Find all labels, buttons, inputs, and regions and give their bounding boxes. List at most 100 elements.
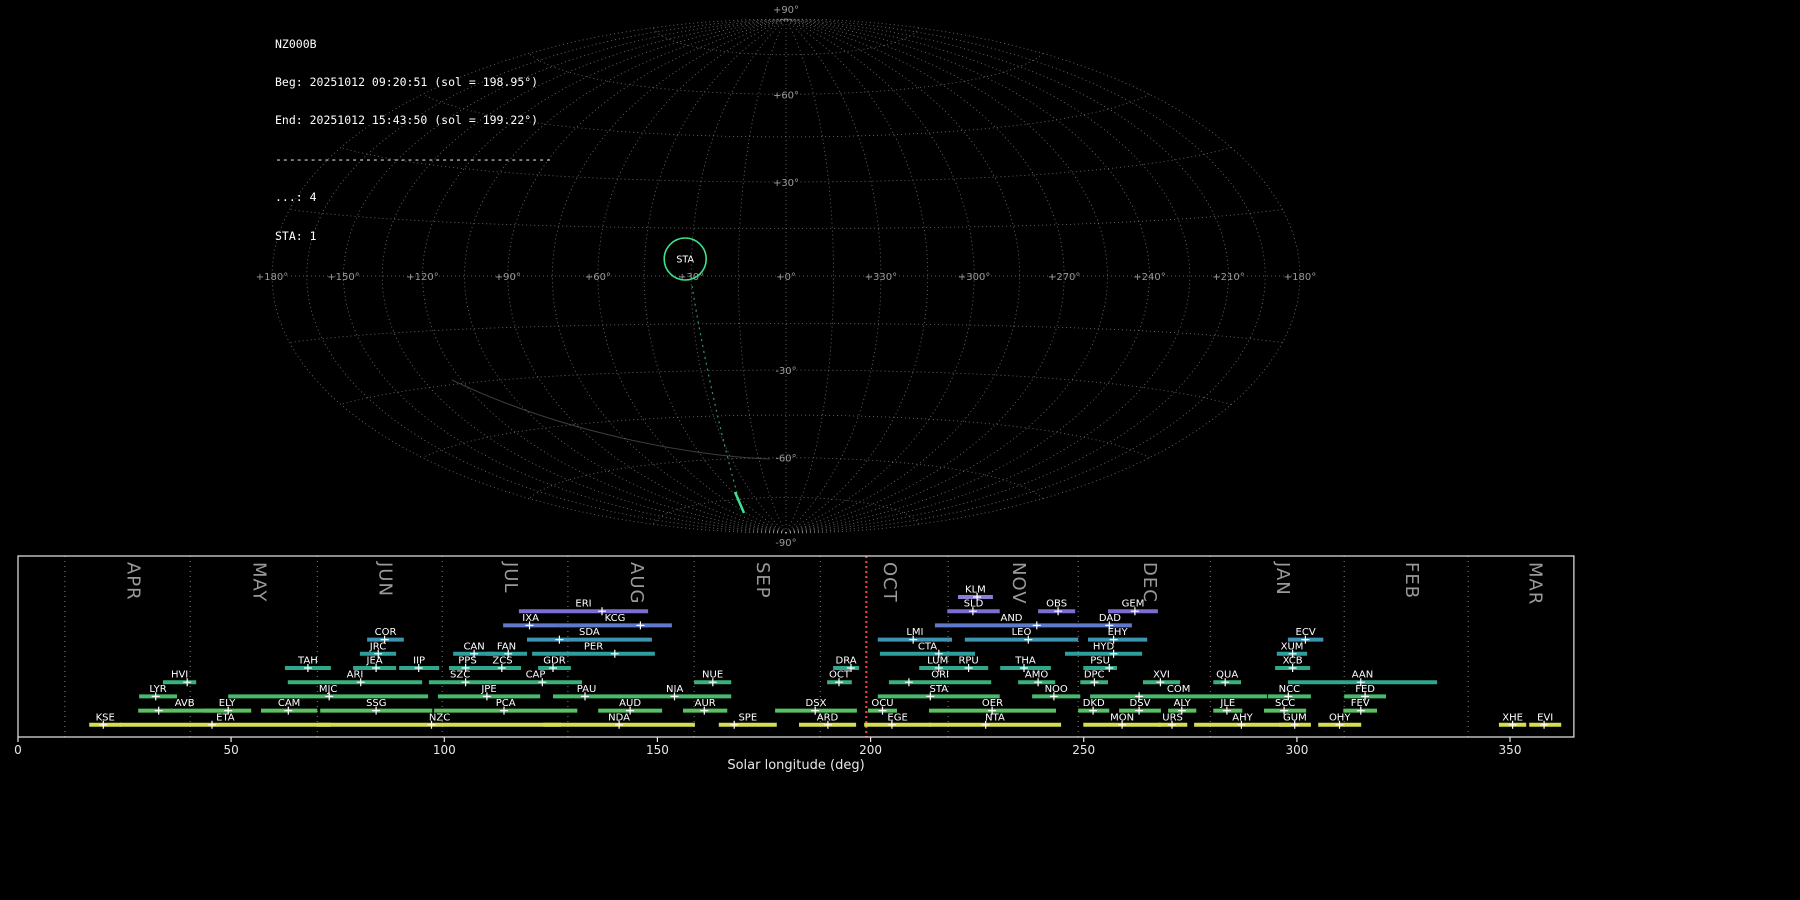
x-tick-label: 0 <box>14 743 22 757</box>
x-tick-label: 50 <box>223 743 238 757</box>
shower-label-cap: CAP <box>526 670 546 681</box>
shower-label-zcs: ZCS <box>492 656 512 667</box>
shower-label-aud: AUD <box>619 698 641 709</box>
x-tick-label: 100 <box>433 743 456 757</box>
shower-label-per: PER <box>584 641 603 652</box>
shower-label-nda: NDA <box>608 712 630 723</box>
shower-label-dad: DAD <box>1099 613 1121 624</box>
shower-label-dsv: DSV <box>1130 698 1151 709</box>
shower-label-rpu: RPU <box>958 656 978 667</box>
shower-label-mjc: MJC <box>319 684 338 695</box>
shower-label-ssg: SSG <box>366 698 386 709</box>
shower-label-oer: OER <box>982 698 1003 709</box>
map-lon-label: +150° <box>327 272 359 283</box>
shower-label-oct: OCT <box>829 670 851 681</box>
shower-label-ncc: NCC <box>1279 684 1300 695</box>
shower-label-nzc: NZC <box>429 712 450 723</box>
shower-label-xhe: XHE <box>1502 712 1523 723</box>
shower-label-lmi: LMI <box>906 627 923 638</box>
shower-label-dpc: DPC <box>1084 670 1105 681</box>
shower-label-hvi: HVI <box>171 670 188 681</box>
shower-label-ori: ORI <box>931 670 949 681</box>
month-label: FEB <box>1401 562 1422 599</box>
shower-label-pps: PPS <box>458 656 476 667</box>
graticule-parallel <box>653 28 919 55</box>
shower-label-tah: TAH <box>297 656 318 667</box>
map-lon-label: +60° <box>585 272 611 283</box>
shower-label-cam: CAM <box>278 698 300 709</box>
x-tick-label: 350 <box>1499 743 1522 757</box>
radiant-label-sta: STA <box>676 255 694 266</box>
shower-label-pau: PAU <box>577 684 597 695</box>
shower-label-sda: SDA <box>579 627 600 638</box>
map-lat-label: -90° <box>775 538 796 549</box>
shower-label-dsx: DSX <box>806 698 827 709</box>
shower-label-ohy: OHY <box>1329 712 1351 723</box>
shower-label-amo: AMO <box>1025 670 1048 681</box>
shower-label-kcg: KCG <box>605 613 626 624</box>
shower-label-nia: NIA <box>666 684 683 695</box>
shower-label-jrc: JRC <box>369 641 386 652</box>
observation-info-block: NZ000B Beg: 20251012 09:20:51 (sol = 198… <box>275 12 552 268</box>
shower-label-ely: ELY <box>219 698 237 709</box>
month-label: JUN <box>375 561 396 597</box>
peak-marker-ori <box>905 678 913 686</box>
map-lon-label: +270° <box>1048 272 1080 283</box>
map-lon-label: +90° <box>495 272 521 283</box>
graticule-meridian <box>786 19 1265 533</box>
shower-label-eri: ERI <box>575 599 591 610</box>
month-label: DEC <box>1139 562 1160 603</box>
shower-label-qua: QUA <box>1216 670 1238 681</box>
peak-marker-sda <box>555 636 563 644</box>
screenshot-root: +180°+150°+120°+90°+60°+30°+0°+330°+300°… <box>0 0 1800 900</box>
month-label: JAN <box>1272 561 1293 596</box>
shower-label-cta: CTA <box>918 641 937 652</box>
shower-label-aan: AAN <box>1352 670 1373 681</box>
sta-count: STA: 1 <box>275 230 552 243</box>
shower-label-can: CAN <box>463 641 484 652</box>
end-time-line: End: 20251012 15:43:50 (sol = 199.22°) <box>275 114 552 127</box>
shower-label-eta: ETA <box>216 712 235 723</box>
shower-label-kse: KSE <box>96 712 115 723</box>
meteor-trajectory-track <box>692 286 740 504</box>
shower-label-dra: DRA <box>836 656 857 667</box>
map-lat-label: +60° <box>773 90 799 101</box>
shower-label-xvi: XVI <box>1153 670 1170 681</box>
shower-label-xcb: XCB <box>1283 656 1303 667</box>
shower-label-nta: NTA <box>985 712 1005 723</box>
shower-label-avb: AVB <box>175 698 195 709</box>
shower-label-sta: STA <box>930 684 949 695</box>
shower-label-klm: KLM <box>965 585 986 596</box>
begin-time-line: Beg: 20251012 09:20:51 (sol = 198.95°) <box>275 76 552 89</box>
plot-canvas: +180°+150°+120°+90°+60°+30°+0°+330°+300°… <box>0 0 1800 900</box>
shower-label-dkd: DKD <box>1083 698 1105 709</box>
shower-label-gum: GUM <box>1283 712 1307 723</box>
map-lon-label: +210° <box>1212 272 1244 283</box>
month-label: JUL <box>500 561 521 594</box>
month-label: APR <box>123 562 144 601</box>
shower-label-sld: SLD <box>964 599 984 610</box>
shower-label-fed: FED <box>1355 684 1375 695</box>
map-lon-label: +180° <box>1284 272 1316 283</box>
shower-label-leo: LEO <box>1012 627 1032 638</box>
x-axis-title: Solar longitude (deg) <box>727 758 864 773</box>
shower-label-scc: SCC <box>1275 698 1295 709</box>
shower-label-gem: GEM <box>1122 599 1145 610</box>
shower-label-obs: OBS <box>1046 599 1067 610</box>
shower-label-xum: XUM <box>1281 641 1304 652</box>
map-lon-label: +120° <box>406 272 438 283</box>
shower-label-nue: NUE <box>702 670 723 681</box>
map-lat-label: +30° <box>773 178 799 189</box>
shower-label-lyr: LYR <box>149 684 166 695</box>
month-label: OCT <box>879 562 900 603</box>
shower-label-jea: JEA <box>366 656 383 667</box>
shower-label-aly: ALY <box>1174 698 1192 709</box>
shower-label-ahy: AHY <box>1232 712 1253 723</box>
shower-label-hyd: HYD <box>1093 641 1115 652</box>
x-tick-label: 150 <box>646 743 669 757</box>
activity-timeline: APRMAYJUNJULAUGSEPOCTNOVDECJANFEBMARKLME… <box>14 556 1574 773</box>
ecliptic-arc <box>452 380 770 459</box>
map-lat-label: -60° <box>775 454 796 465</box>
shower-label-szc: SZC <box>450 670 470 681</box>
shower-label-cor: COR <box>375 627 397 638</box>
